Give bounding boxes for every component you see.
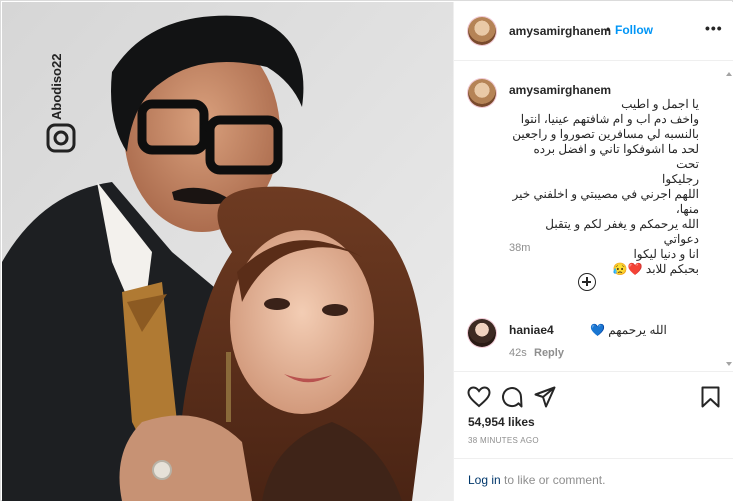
comments-section: amysamirghanem يا اجمل و اطيب واخف دم اب… bbox=[454, 61, 724, 371]
follow-button[interactable]: Follow bbox=[615, 23, 653, 37]
post-header: amysamirghanem • Follow ••• bbox=[454, 2, 733, 61]
scroll-up-arrow-icon[interactable] bbox=[726, 72, 732, 76]
login-prompt-text: Log in to like or comment. bbox=[468, 473, 605, 487]
photo-watermark: Abodiso22 bbox=[49, 53, 64, 120]
post-photo[interactable]: Abodiso22 bbox=[2, 2, 453, 501]
reply-button[interactable]: Reply bbox=[534, 347, 564, 359]
comment-timestamp[interactable]: 42s bbox=[509, 347, 527, 359]
login-prompt-rest: to like or comment. bbox=[500, 473, 606, 487]
scroll-down-arrow-icon[interactable] bbox=[726, 362, 732, 366]
likes-count[interactable]: 54,954 likes bbox=[468, 415, 535, 429]
caption-username[interactable]: amysamirghanem bbox=[509, 83, 611, 97]
commenter-avatar[interactable] bbox=[468, 319, 496, 347]
post-actions: 54,954 likes 38 MINUTES AGO Log in to li… bbox=[454, 371, 733, 502]
heart-icon[interactable] bbox=[467, 386, 491, 408]
author-avatar[interactable] bbox=[468, 17, 496, 45]
post-side-panel: amysamirghanem • Follow ••• amysamirghan… bbox=[453, 2, 733, 501]
more-options-icon[interactable]: ••• bbox=[705, 20, 723, 36]
comments-scrollbar[interactable] bbox=[726, 72, 733, 372]
login-link[interactable]: Log in bbox=[468, 473, 501, 487]
comment-login-prompt: Log in to like or comment. bbox=[454, 458, 733, 502]
load-more-comments-icon[interactable] bbox=[578, 273, 596, 291]
caption-timestamp[interactable]: 38m bbox=[509, 242, 530, 254]
caption-author-avatar[interactable] bbox=[468, 79, 496, 107]
comment-icon[interactable] bbox=[501, 386, 523, 408]
author-username[interactable]: amysamirghanem bbox=[509, 24, 611, 38]
instagram-post: Abodiso22 amysamirghanem • Follow ••• am… bbox=[0, 0, 733, 501]
caption-text: يا اجمل و اطيب واخف دم اب و ام شافتهم عي… bbox=[512, 97, 699, 276]
commenter-username[interactable]: haniae4 bbox=[509, 323, 554, 337]
post-timestamp[interactable]: 38 MINUTES AGO bbox=[468, 436, 539, 445]
bookmark-icon[interactable] bbox=[701, 386, 720, 408]
comment-text: الله يرحمهم 💙 bbox=[590, 323, 667, 337]
share-icon[interactable] bbox=[534, 386, 556, 408]
separator-dot: • bbox=[606, 22, 611, 36]
photo-illustration bbox=[2, 2, 453, 501]
